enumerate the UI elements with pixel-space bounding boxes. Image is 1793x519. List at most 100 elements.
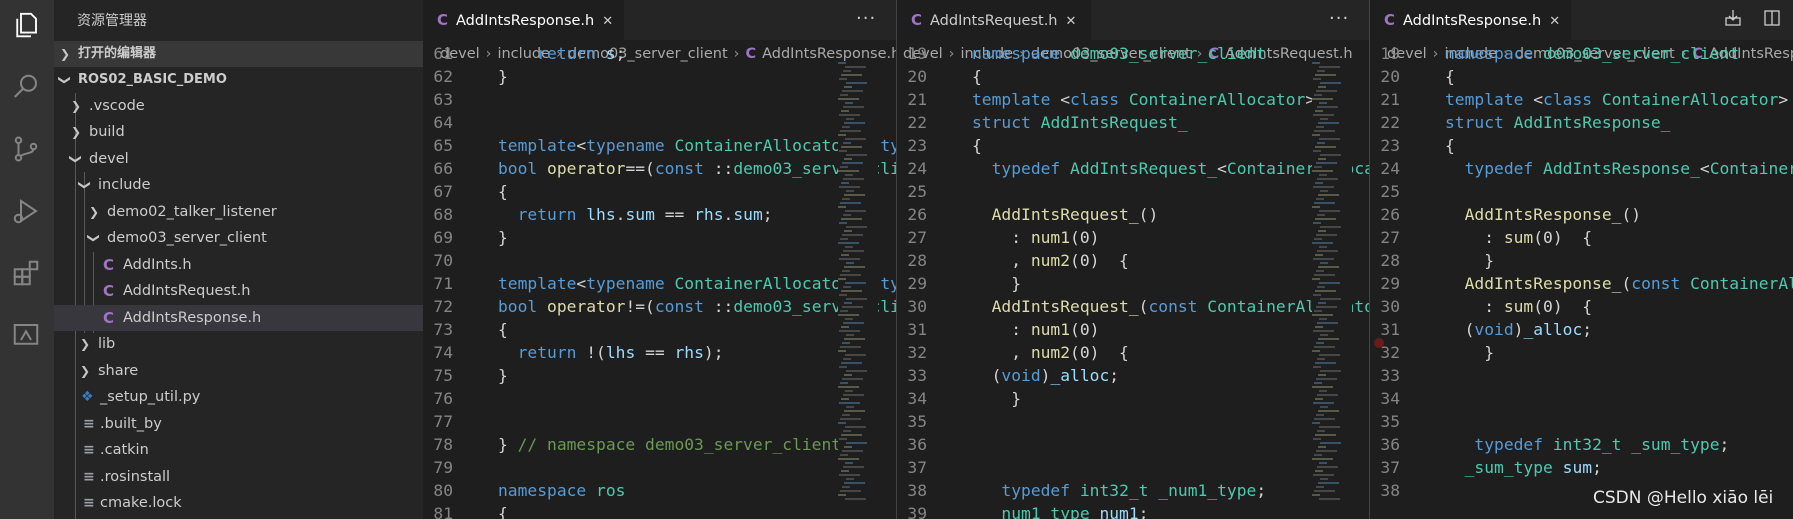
- minimap-line: [839, 474, 860, 476]
- more-actions-icon[interactable]: ···: [856, 8, 876, 29]
- tab-addintsresponse[interactable]: C AddIntsResponse.h ✕: [1370, 0, 1571, 40]
- search-icon[interactable]: [9, 70, 43, 104]
- minimap-line: [1315, 326, 1323, 328]
- line-number: 21: [907, 90, 927, 109]
- minimap-line: [1316, 270, 1324, 272]
- tab-label: AddIntsRequest.h: [930, 13, 1058, 29]
- minimap-line: [1319, 282, 1340, 284]
- line-number: 65: [433, 136, 453, 155]
- tree-item-devel[interactable]: ❯ devel: [54, 146, 423, 172]
- line-text: return !(lhs == rhs);: [517, 343, 724, 362]
- minimap-line: [846, 226, 867, 228]
- line-text: bool operator==(const ::demo03_server_cl…: [498, 159, 896, 178]
- minimap-line: [838, 206, 846, 208]
- source-control-icon[interactable]: [9, 132, 43, 166]
- minimap-line: [840, 130, 861, 132]
- minimap-line: [1316, 90, 1337, 92]
- tree-item-setup-util[interactable]: ❖ _setup_util.py: [54, 384, 423, 410]
- open-editors-section[interactable]: ❯ 打开的编辑器: [54, 41, 423, 67]
- minimap[interactable]: [1312, 62, 1352, 519]
- tree-item-rosinstall[interactable]: ≡ .rosinstall: [54, 464, 423, 490]
- minimap-line: [1313, 366, 1321, 368]
- minimap-line: [843, 178, 864, 180]
- tree-item-build[interactable]: ❯ build: [54, 119, 423, 145]
- minimap-line: [840, 418, 861, 420]
- line-text: }: [498, 228, 508, 247]
- line-number: 31: [907, 320, 927, 339]
- minimap-line: [842, 162, 863, 164]
- tree-item-label: devel: [89, 151, 129, 167]
- remote-explorer-icon[interactable]: [9, 318, 43, 352]
- line-number: 24: [907, 159, 927, 178]
- tree-item-label: AddIntsRequest.h: [123, 283, 251, 299]
- c-file-icon: C: [103, 256, 115, 274]
- breadcrumb-item[interactable]: AddIntsResponse.h: [762, 46, 896, 62]
- minimap-line: [1313, 114, 1334, 116]
- minimap-line: [842, 306, 863, 308]
- run-debug-icon[interactable]: [9, 194, 43, 228]
- explorer-icon[interactable]: [9, 8, 43, 42]
- minimap-line: [838, 134, 846, 136]
- line-text: }: [972, 389, 1022, 408]
- minimap-line: [1316, 486, 1324, 488]
- extensions-icon[interactable]: [9, 256, 43, 290]
- minimap-line: [1312, 314, 1333, 316]
- more-actions-icon[interactable]: ···: [1329, 8, 1349, 29]
- tree-item-label: AddInts.h: [123, 257, 192, 273]
- text-file-icon: ≡: [83, 416, 95, 432]
- close-icon[interactable]: ✕: [602, 14, 613, 29]
- minimap-line: [1314, 346, 1335, 348]
- tree-item-include[interactable]: ❯ include: [54, 172, 423, 198]
- tree-item-demo03[interactable]: ❯ demo03_server_client: [54, 225, 423, 251]
- line-number: 35: [1380, 412, 1400, 431]
- line-text: : sum(0) {: [1445, 297, 1593, 316]
- minimap-line: [841, 290, 862, 292]
- line-number: 20: [1380, 67, 1400, 86]
- minimap-line: [1315, 146, 1336, 148]
- minimap-line: [1317, 322, 1338, 324]
- line-text: {: [498, 182, 508, 201]
- tree-item-catkin[interactable]: ≡ .catkin: [54, 437, 423, 463]
- tree-item-addintsrequest-h[interactable]: C AddIntsRequest.h: [54, 278, 423, 304]
- tree-item-addintsresponse-h[interactable]: C AddIntsResponse.h: [54, 305, 423, 331]
- tree-item-lib[interactable]: ❯ lib: [54, 331, 423, 357]
- breadcrumb-separator-icon: ›: [733, 46, 740, 62]
- line-number: 66: [433, 159, 453, 178]
- chevron-right-icon: ❯: [88, 205, 100, 219]
- minimap-line: [1319, 246, 1327, 248]
- line-number: 61: [433, 44, 453, 63]
- minimap-line: [1316, 450, 1337, 452]
- line-number: 63: [433, 90, 453, 109]
- close-icon[interactable]: ✕: [1066, 14, 1077, 29]
- minimap-line: [845, 354, 866, 356]
- tree-item-addints-h[interactable]: C AddInts.h: [54, 252, 423, 278]
- line-text: template <class ContainerAllocator>: [972, 90, 1316, 109]
- minimap-line: [839, 150, 847, 152]
- minimap-line: [1314, 310, 1322, 312]
- minimap-line: [1315, 110, 1323, 112]
- minimap-line: [1318, 482, 1339, 484]
- open-changes-icon[interactable]: [1723, 8, 1743, 33]
- tab-label: AddIntsResponse.h: [456, 13, 595, 29]
- tree-item-built-by[interactable]: ≡ .built_by: [54, 411, 423, 437]
- minimap-line: [1320, 478, 1328, 480]
- chevron-right-icon: ❯: [59, 47, 71, 61]
- tree-item-cmake-lock[interactable]: ≡ cmake.lock: [54, 490, 423, 516]
- chevron-right-icon: ❯: [70, 125, 82, 139]
- close-icon[interactable]: ✕: [1549, 14, 1560, 29]
- tab-addintsresponse[interactable]: C AddIntsResponse.h ✕: [423, 0, 624, 40]
- split-editor-icon[interactable]: [1762, 8, 1782, 33]
- tree-item-vscode[interactable]: ❯ .vscode: [54, 93, 423, 119]
- sidebar-title: 资源管理器: [77, 13, 147, 29]
- workspace-section[interactable]: ❯ ROS02_BASIC_DEMO: [54, 67, 423, 93]
- tree-item-share[interactable]: ❯ share: [54, 358, 423, 384]
- minimap-line: [1320, 226, 1341, 228]
- tab-addintsrequest[interactable]: C AddIntsRequest.h ✕: [897, 0, 1091, 40]
- tree-item-demo02[interactable]: ❯ demo02_talker_listener: [54, 199, 423, 225]
- minimap-line: [1313, 78, 1321, 80]
- minimap-line: [839, 78, 847, 80]
- minimap-line: [843, 106, 864, 108]
- line-text: namespace ros: [498, 481, 626, 500]
- chevron-right-icon: ❯: [79, 337, 91, 351]
- minimap[interactable]: [838, 62, 878, 519]
